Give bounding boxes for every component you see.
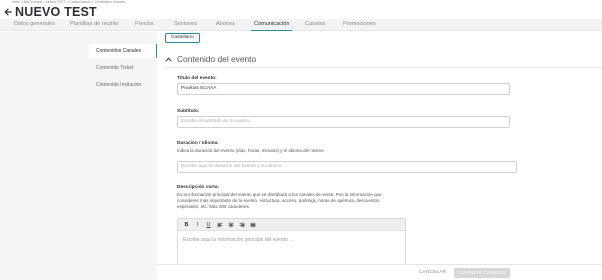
duration-help: Indica la duración del evento (días, hor… — [177, 148, 324, 153]
save-changes-button[interactable]: GUARDAR CAMBIOS — [454, 268, 510, 278]
tab-canales[interactable]: Canales — [305, 19, 326, 31]
event-title-label: Título del evento: — [177, 76, 217, 81]
language-castellano-button[interactable]: Castellano — [165, 33, 200, 43]
section-title: Contenido del evento — [177, 54, 257, 64]
footer-bar: CANCELAR GUARDAR CAMBIOS — [157, 264, 602, 280]
cancel-button[interactable]: CANCELAR — [419, 269, 446, 274]
underline-button[interactable]: U — [203, 220, 214, 229]
breadcrumb[interactable]: Inicio > Mis Eventos > Nuevo TEST > Comu… — [12, 0, 125, 4]
page-title: NUEVO TEST — [15, 5, 97, 19]
sidebar-item-contenidos-canales[interactable]: Contenidos Canales — [89, 44, 157, 58]
align-center-icon[interactable] — [225, 220, 236, 229]
title-row: NUEVO TEST — [3, 5, 97, 19]
bold-button[interactable]: B — [181, 220, 192, 229]
align-left-icon[interactable] — [214, 220, 225, 229]
tab-datos-generales[interactable]: Datos generales — [14, 19, 55, 31]
short-description-label: Descripción corta: — [177, 185, 220, 190]
short-description-help: Es la información principal del evento q… — [177, 192, 382, 209]
tab-precios[interactable]: Precios — [135, 19, 154, 31]
event-title-input[interactable]: Pruebas ECAAA — [177, 83, 510, 95]
subtitle-label: Subtítulo: — [177, 109, 200, 114]
duration-label: Duración / Idioma: — [177, 141, 219, 146]
section-header[interactable]: Contenido del evento — [165, 54, 256, 64]
subtitle-input[interactable]: Escribe el subtítulo de tu evento... — [177, 116, 510, 128]
chevron-up-icon[interactable] — [165, 56, 172, 63]
editor-toolbar: B I U — [178, 219, 405, 231]
editor-placeholder[interactable]: Escribe aquí la información principal de… — [178, 231, 405, 243]
align-justify-icon[interactable] — [247, 220, 258, 229]
arrow-left-icon[interactable] — [3, 8, 12, 17]
tab-comunicacion[interactable]: Comunicación — [250, 19, 293, 31]
tab-promociones[interactable]: Promociones — [343, 19, 376, 31]
italic-button[interactable]: I — [192, 220, 203, 229]
section-divider — [164, 67, 602, 68]
sidebar-item-contenido-ticket[interactable]: Contenido Ticket — [89, 61, 157, 75]
tab-plantillas-de-recinto[interactable]: Plantillas de recinto — [70, 19, 119, 31]
tab-sesiones[interactable]: Sesiones — [174, 19, 197, 31]
duration-input[interactable]: Escribe aquí la duración del evento y su… — [177, 161, 517, 173]
tab-abonos[interactable]: Abonos — [216, 19, 235, 31]
sidebar-item-contenido-invitacion[interactable]: Contenido Invitación — [89, 78, 157, 92]
align-right-icon[interactable] — [236, 220, 247, 229]
tab-bar: Datos generales Plantillas de recinto Pr… — [0, 19, 602, 31]
